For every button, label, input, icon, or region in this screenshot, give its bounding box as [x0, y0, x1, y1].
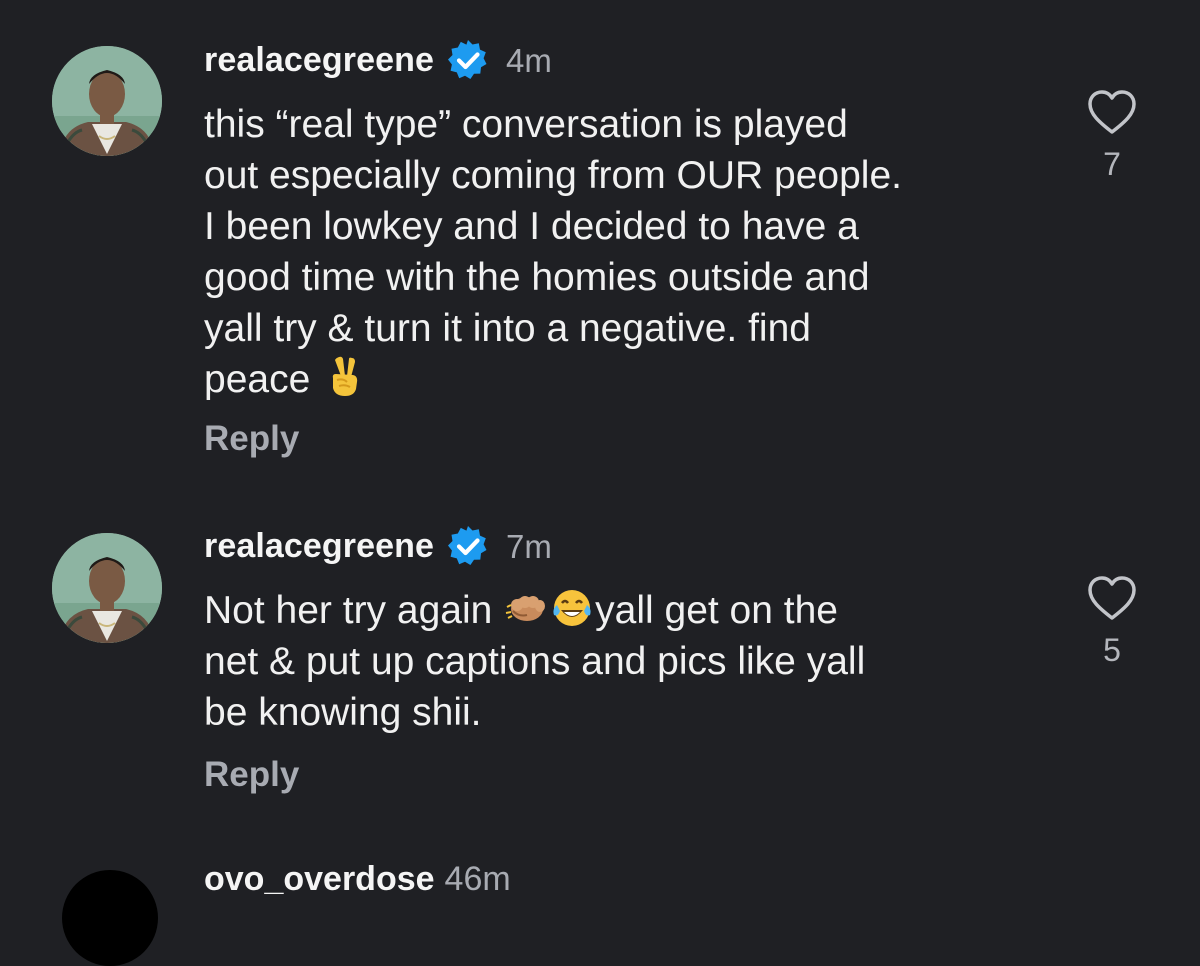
tears-of-joy-icon	[551, 587, 593, 629]
username[interactable]: realacegreene	[204, 529, 434, 563]
timestamp: 7m	[506, 527, 552, 565]
comment-text: Not her try again yall get on the net & …	[204, 585, 1044, 738]
avatar[interactable]	[52, 46, 162, 156]
reply-button[interactable]: Reply	[204, 421, 299, 456]
like-control: 7	[1084, 88, 1140, 180]
profile-photo-icon	[52, 533, 162, 643]
fist-bump-icon	[505, 587, 547, 629]
comment-header: realacegreene 4m	[204, 34, 552, 86]
timestamp: 4m	[506, 41, 552, 79]
verified-badge-icon	[446, 38, 490, 82]
victory-hand-icon	[323, 356, 365, 398]
like-control: 5	[1084, 574, 1140, 666]
username[interactable]: ovo_overdose	[204, 860, 435, 899]
verified-badge-icon	[446, 524, 490, 568]
comment-text-content: this “real type” conversation is played …	[204, 103, 902, 401]
avatar[interactable]	[62, 870, 158, 966]
username[interactable]: realacegreene	[204, 43, 434, 77]
heart-icon[interactable]	[1086, 88, 1138, 136]
like-count: 5	[1103, 632, 1121, 668]
heart-icon[interactable]	[1086, 574, 1138, 622]
comment-text-content: Not her try again	[204, 589, 504, 632]
like-count: 7	[1103, 146, 1121, 182]
timestamp: 46m	[444, 860, 511, 898]
reply-button[interactable]: Reply	[204, 757, 299, 792]
comment-header: ovo_overdose 46m	[204, 860, 511, 899]
comment-text: this “real type” conversation is played …	[204, 99, 1044, 405]
avatar[interactable]	[52, 533, 162, 643]
profile-photo-icon	[52, 46, 162, 156]
comment-header: realacegreene 7m	[204, 520, 552, 572]
